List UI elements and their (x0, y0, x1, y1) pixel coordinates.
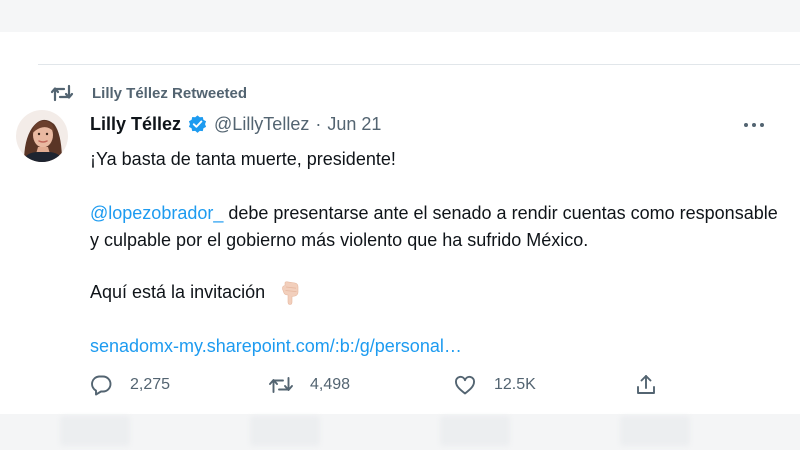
mention-link[interactable]: @lopezobrador_ (90, 203, 223, 223)
like-button[interactable]: 12.5K (452, 370, 536, 400)
tweet-paragraph-2: @lopezobrador_ debe presentarse ante el … (90, 200, 780, 254)
share-icon (633, 372, 659, 398)
author-handle[interactable]: @LillyTellez (214, 114, 309, 135)
avatar[interactable] (16, 110, 68, 162)
tweet-line-1: ¡Ya basta de tanta muerte, presidente! (90, 149, 396, 169)
tweet-actions: 2,275 4,498 12.5K (88, 370, 678, 400)
retweet-button[interactable]: 4,498 (268, 370, 350, 400)
reply-count: 2,275 (130, 376, 171, 393)
tweet-text: ¡Ya basta de tanta muerte, presidente! @… (90, 146, 780, 360)
retweet-context-label: Lilly Téllez Retweeted (92, 84, 248, 102)
tweet-paragraph-4: senadomx-my.sharepoint.com/:b:/g/persona… (90, 333, 780, 360)
tweet-line-3: Aquí está la invitación (90, 282, 266, 302)
more-icon[interactable] (741, 118, 767, 132)
like-icon (452, 372, 478, 398)
verified-badge-icon (187, 114, 208, 135)
tweet-date[interactable]: Jun 21 (327, 114, 381, 135)
sharepoint-link[interactable]: senadomx-my.sharepoint.com/:b:/g/persona… (90, 336, 462, 356)
tweet[interactable]: Lilly Téllez Retweeted Lilly Téllez @Lil… (0, 66, 800, 414)
reply-button[interactable]: 2,275 (88, 370, 170, 400)
retweet-icon (268, 372, 294, 398)
author-name[interactable]: Lilly Téllez (90, 114, 181, 135)
tweet-paragraph-3: Aquí está la invitación (90, 279, 780, 306)
pointing-down-hand-icon (279, 280, 301, 305)
divider (38, 64, 800, 65)
bottom-background-strip (0, 414, 800, 450)
reply-icon (88, 372, 114, 398)
top-background-strip (0, 0, 800, 32)
retweet-icon (50, 82, 74, 104)
like-count: 12.5K (494, 376, 536, 393)
retweet-count: 4,498 (310, 376, 351, 393)
retweet-context[interactable]: Lilly Téllez Retweeted (50, 82, 247, 104)
tweet-header: Lilly Téllez @LillyTellez · Jun 21 (90, 112, 381, 136)
share-button[interactable] (633, 370, 659, 400)
separator-dot: · (315, 113, 322, 134)
